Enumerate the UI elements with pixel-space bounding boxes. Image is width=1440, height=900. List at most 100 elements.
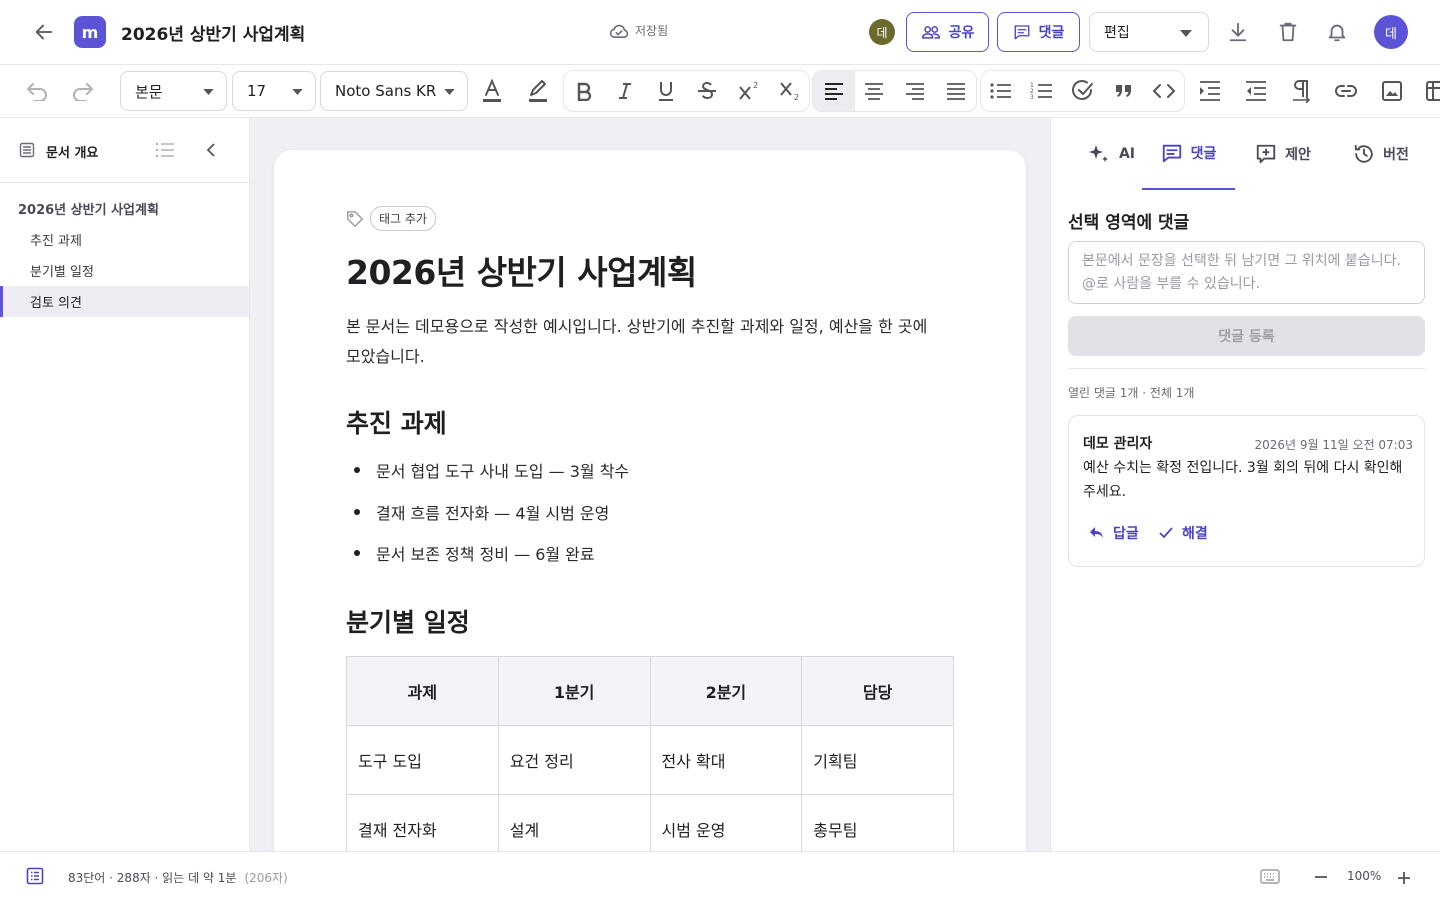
comment-button[interactable]: 댓글 (997, 12, 1080, 52)
download-button[interactable] (1226, 20, 1250, 44)
outline-item-schedule[interactable]: 분기별 일정 (0, 255, 249, 286)
paragraph-direction-button[interactable] (1282, 73, 1320, 109)
indent-button[interactable] (1191, 73, 1229, 109)
section-heading-tasks[interactable]: 추진 과제 (346, 404, 447, 440)
align-justify-icon (947, 83, 965, 100)
align-center-icon (865, 83, 883, 100)
tab-versions[interactable]: 버전 (1331, 118, 1431, 190)
tab-suggestions[interactable]: 제안 (1237, 118, 1329, 190)
outline-item-review[interactable]: 검토 의견 (0, 286, 249, 317)
table-header-cell[interactable]: 과제 (346, 656, 499, 726)
back-button[interactable] (30, 18, 58, 46)
italic-icon (619, 83, 631, 99)
font-size-select[interactable]: 17 (232, 71, 316, 111)
presence-avatar[interactable]: 데 (869, 19, 895, 45)
text-color-icon (483, 78, 501, 102)
code-button[interactable] (1145, 73, 1183, 109)
tab-comments[interactable]: 댓글 (1142, 118, 1235, 190)
edit-mode-select[interactable]: 편집 (1089, 12, 1209, 52)
underline-icon (659, 82, 673, 101)
submit-comment-button[interactable]: 댓글 등록 (1068, 316, 1425, 356)
table-cell[interactable]: 도구 도입 (346, 725, 499, 795)
table-button[interactable] (1417, 73, 1440, 109)
redo-button[interactable] (64, 73, 102, 109)
align-center-button[interactable] (855, 73, 893, 109)
superscript-icon: 2 (739, 81, 758, 100)
table-cell[interactable]: 총무팀 (801, 794, 954, 851)
outline-title: 문서 개요 (46, 146, 99, 161)
align-right-icon (906, 83, 924, 100)
history-icon (1354, 144, 1373, 163)
document-heading[interactable]: 2026년 상반기 사업계획 (346, 246, 697, 294)
text-color-button[interactable] (473, 73, 511, 109)
italic-button[interactable] (606, 73, 644, 109)
align-right-button[interactable] (896, 73, 934, 109)
font-family-select[interactable]: Noto Sans KR (320, 71, 468, 111)
list-item[interactable]: 문서 보존 정책 정비 — 6월 완료 (354, 541, 595, 565)
keyboard-icon[interactable] (1260, 869, 1280, 884)
tab-comments-label: 댓글 (1190, 146, 1217, 162)
align-justify-button[interactable] (937, 73, 975, 109)
reply-button[interactable]: 답글 (1089, 523, 1139, 543)
document-stats-icon[interactable] (26, 867, 44, 885)
list-item[interactable]: 문서 협업 도구 사내 도입 — 3월 착수 (354, 458, 629, 482)
strikethrough-button[interactable] (688, 73, 726, 109)
code-icon (1153, 84, 1175, 98)
table-cell[interactable]: 시범 운영 (649, 794, 803, 851)
align-left-icon (825, 83, 843, 100)
document-title[interactable]: 2026년 상반기 사업계획 (121, 20, 305, 45)
outline-item-title[interactable]: 2026년 상반기 사업계획 (0, 193, 249, 224)
section-heading-schedule[interactable]: 분기별 일정 (346, 603, 470, 639)
reply-icon (1090, 527, 1103, 538)
image-button[interactable] (1373, 73, 1411, 109)
bell-icon (1328, 24, 1346, 42)
redo-icon (73, 83, 93, 101)
outline-item-tasks[interactable]: 추진 과제 (0, 224, 249, 255)
bold-button[interactable] (565, 73, 603, 109)
underline-button[interactable] (647, 73, 685, 109)
comment-input[interactable] (1068, 241, 1425, 304)
comment-author: 데모 관리자 (1083, 436, 1153, 452)
table-cell[interactable]: 설계 (497, 794, 651, 851)
edit-mode-value: 편집 (1104, 25, 1130, 41)
link-button[interactable] (1327, 73, 1365, 109)
save-status-label: 저장됨 (635, 24, 669, 38)
outdent-button[interactable] (1237, 73, 1275, 109)
collapse-sidebar-icon[interactable] (206, 143, 216, 157)
user-avatar[interactable]: 데 (1374, 15, 1408, 49)
delete-button[interactable] (1276, 20, 1300, 44)
numbered-list-button[interactable]: 123 (1023, 73, 1061, 109)
align-left-button[interactable] (813, 71, 855, 111)
checklist-button[interactable] (1064, 73, 1102, 109)
svg-text:2: 2 (794, 93, 799, 102)
paragraph-style-value: 본문 (135, 82, 163, 101)
zoom-in-icon[interactable] (1396, 870, 1412, 886)
table-cell[interactable]: 전사 확대 (649, 725, 803, 795)
schedule-table[interactable]: 과제 1분기 2분기 담당 도구 도입 요건 정리 전사 확대 기획팀 결재 전… (346, 656, 954, 851)
table-cell[interactable]: 요건 정리 (497, 725, 651, 795)
share-button[interactable]: 공유 (906, 12, 989, 52)
app-logo[interactable]: m (74, 16, 106, 48)
resolve-button[interactable]: 해결 (1158, 523, 1208, 543)
intro-paragraph[interactable]: 본 문서는 데모용으로 작성한 예시입니다. 상반기에 추진할 과제와 일정, … (346, 312, 946, 372)
comment-icon (1014, 25, 1030, 40)
zoom-out-icon[interactable] (1313, 870, 1329, 884)
document-page[interactable]: 태그 추가 2026년 상반기 사업계획 본 문서는 데모용으로 작성한 예시입… (274, 150, 1026, 851)
table-header-cell[interactable]: 1분기 (497, 656, 651, 726)
table-cell[interactable]: 결재 전자화 (346, 794, 499, 851)
highlight-button[interactable] (519, 73, 557, 109)
subscript-button[interactable]: 2 (771, 73, 809, 109)
superscript-button[interactable]: 2 (730, 73, 768, 109)
undo-button[interactable] (18, 73, 56, 109)
quote-button[interactable] (1105, 73, 1143, 109)
bullet-list-button[interactable] (982, 73, 1020, 109)
add-tag-button[interactable]: 태그 추가 (370, 206, 436, 231)
notification-button[interactable] (1325, 20, 1349, 44)
paragraph-style-select[interactable]: 본문 (120, 71, 227, 111)
list-item[interactable]: 결재 흐름 전자화 — 4월 시범 운영 (354, 500, 609, 524)
table-header-cell[interactable]: 담당 (801, 656, 954, 726)
table-cell[interactable]: 기획팀 (801, 725, 954, 795)
comment-card[interactable]: 데모 관리자 2026년 9월 11일 오전 07:03 예산 수치는 확정 전… (1068, 415, 1425, 567)
list-icon[interactable] (155, 141, 175, 159)
table-header-cell[interactable]: 2분기 (649, 656, 803, 726)
